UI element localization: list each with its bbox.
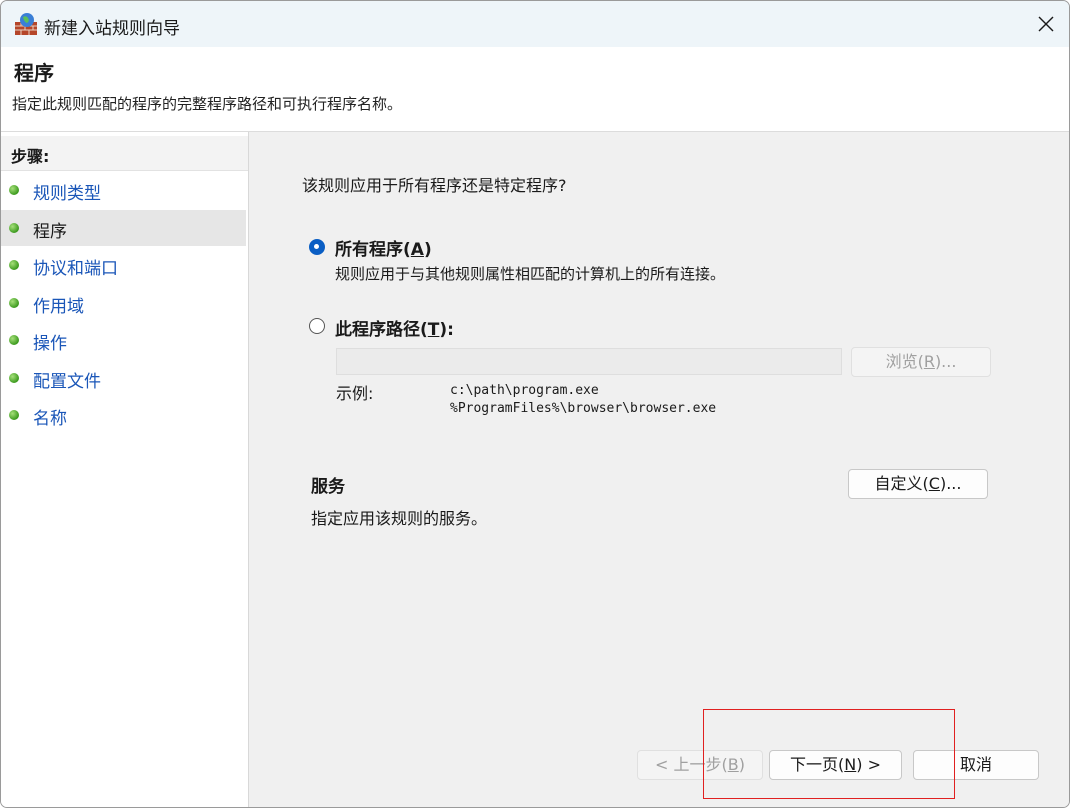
question-text: 该规则应用于所有程序还是特定程序?: [302, 176, 567, 195]
step-item-action[interactable]: 操作: [1, 322, 246, 358]
step-label: 协议和端口: [33, 259, 118, 279]
example-label: 示例:: [336, 384, 374, 403]
this-program-radio[interactable]: [309, 318, 325, 334]
page-description: 指定此规则匹配的程序的完整程序路径和可执行程序名称。: [12, 95, 403, 113]
cancel-button[interactable]: 取消: [913, 750, 1039, 780]
example-paths: c:\path\program.exe %ProgramFiles%\browse…: [450, 382, 716, 418]
back-button[interactable]: < 上一步(B): [637, 750, 763, 780]
step-item-rule-type[interactable]: 规则类型: [1, 172, 246, 208]
step-label: 作用域: [33, 297, 84, 317]
step-label: 程序: [33, 222, 67, 242]
step-item-program[interactable]: 程序: [1, 210, 246, 246]
step-label: 规则类型: [33, 184, 101, 204]
services-description: 指定应用该规则的服务。: [311, 509, 488, 528]
this-program-label[interactable]: 此程序路径(T):: [335, 315, 454, 340]
services-title: 服务: [311, 477, 345, 497]
firewall-icon: [15, 13, 37, 35]
step-item-scope[interactable]: 作用域: [1, 285, 246, 321]
close-icon: [1038, 16, 1054, 32]
page-title: 程序: [14, 61, 54, 85]
step-label: 操作: [33, 334, 67, 354]
steps-pane: 步骤: 规则类型 程序 协议和端口 作用域 操作 配置文件 名称: [1, 132, 249, 807]
program-path-input[interactable]: [336, 348, 842, 375]
step-status-icon: [9, 185, 19, 195]
example-path-line: %ProgramFiles%\browser\browser.exe: [450, 401, 717, 416]
title-bar: 新建入站规则向导: [1, 1, 1069, 47]
step-label: 名称: [33, 409, 67, 429]
step-status-icon: [9, 298, 19, 308]
customize-services-button[interactable]: 自定义(C)...: [848, 469, 988, 499]
step-status-icon: [9, 335, 19, 345]
step-item-profile[interactable]: 配置文件: [1, 360, 246, 396]
content-pane: 该规则应用于所有程序还是特定程序? 所有程序(A) 规则应用于与其他规则属性相匹…: [254, 132, 1069, 807]
window-title: 新建入站规则向导: [44, 19, 180, 39]
wizard-header: 程序 指定此规则匹配的程序的完整程序路径和可执行程序名称。: [1, 47, 1069, 132]
step-label: 配置文件: [33, 372, 101, 392]
all-programs-label[interactable]: 所有程序(A): [335, 235, 432, 260]
next-button[interactable]: 下一页(N) >: [769, 750, 902, 780]
example-path-line: c:\path\program.exe: [450, 383, 599, 398]
steps-header-label: 步骤:: [11, 147, 50, 166]
step-status-icon: [9, 223, 19, 233]
wizard-window: 新建入站规则向导 程序 指定此规则匹配的程序的完整程序路径和可执行程序名称。 步…: [0, 0, 1070, 808]
all-programs-description: 规则应用于与其他规则属性相匹配的计算机上的所有连接。: [335, 265, 726, 283]
step-item-name[interactable]: 名称: [1, 397, 246, 433]
steps-header: 步骤:: [1, 136, 248, 171]
browse-button[interactable]: 浏览(R)...: [851, 347, 991, 377]
all-programs-radio[interactable]: [309, 239, 325, 255]
step-item-protocol-ports[interactable]: 协议和端口: [1, 247, 246, 283]
close-button[interactable]: [1023, 1, 1069, 47]
step-status-icon: [9, 410, 19, 420]
step-status-icon: [9, 373, 19, 383]
step-status-icon: [9, 260, 19, 270]
